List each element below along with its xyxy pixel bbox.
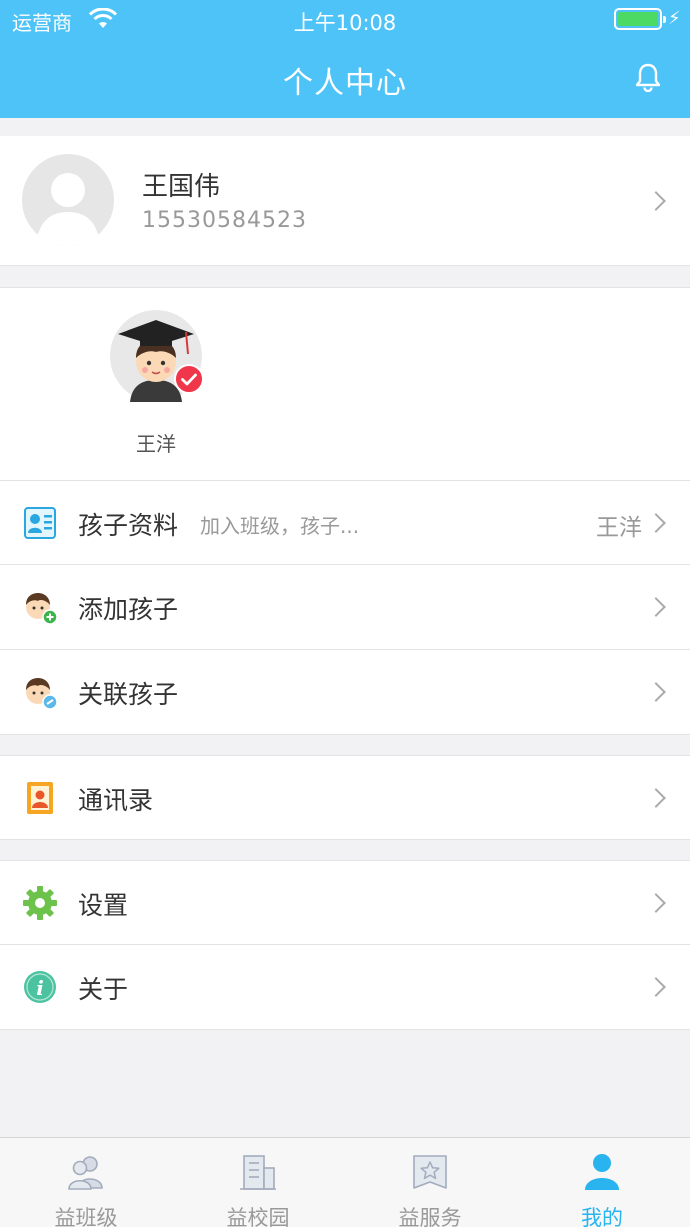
info-icon: i <box>24 971 56 1003</box>
default-avatar-icon <box>36 173 100 246</box>
gear-icon <box>23 886 57 920</box>
tab-label: 益班级 <box>54 1206 118 1227</box>
chevron-right-icon <box>646 977 666 997</box>
contacts-row[interactable]: 通讯录 <box>0 755 690 840</box>
add-child-icon <box>26 593 58 625</box>
page-title: 个人中心 <box>283 66 407 101</box>
campus-icon <box>240 1155 276 1190</box>
chevron-right-icon <box>646 513 666 533</box>
charging-icon: ⚡ <box>668 8 681 29</box>
user-icon <box>585 1154 619 1190</box>
chevron-right-icon <box>646 191 666 211</box>
class-icon <box>68 1156 103 1190</box>
status-bar: 运营商 上午10:08 ⚡ <box>0 0 690 38</box>
bell-icon[interactable] <box>634 62 662 92</box>
profile-name: 王国伟 <box>142 172 221 202</box>
tab-label: 益服务 <box>398 1206 462 1227</box>
tab-campus[interactable]: 益校园 <box>172 1138 344 1227</box>
children-section: 王洋 <box>0 287 690 480</box>
svg-text:i: i <box>36 976 44 1000</box>
verified-check-icon <box>174 364 204 394</box>
profile-phone: 15530584523 <box>142 208 307 233</box>
link-child-icon <box>26 678 58 710</box>
tab-bar: 益班级 益校园 益服务 我的 <box>0 1137 690 1227</box>
settings-row[interactable]: 设置 <box>0 860 690 945</box>
contacts-label: 通讯录 <box>78 786 154 815</box>
about-row[interactable]: i 关于 <box>0 945 690 1030</box>
chevron-right-icon <box>646 682 666 702</box>
add-child-row[interactable]: 添加孩子 <box>0 565 690 650</box>
id-card-icon <box>24 507 56 539</box>
battery-icon <box>614 8 666 30</box>
chevron-right-icon <box>646 893 666 913</box>
child-info-subtitle: 加入班级，孩子... <box>200 514 360 538</box>
avatar <box>22 154 114 246</box>
child-info-value: 王洋 <box>596 515 642 541</box>
tab-label: 益校园 <box>226 1206 290 1227</box>
profile-card[interactable]: 王国伟 15530584523 <box>0 136 690 266</box>
link-child-row[interactable]: 关联孩子 <box>0 650 690 735</box>
chevron-right-icon <box>646 788 666 808</box>
about-label: 关于 <box>78 975 129 1004</box>
contacts-book-icon <box>27 782 53 814</box>
header: 运营商 上午10:08 ⚡ 个人中心 <box>0 0 690 118</box>
service-icon <box>413 1155 447 1189</box>
tab-label: 我的 <box>581 1206 623 1227</box>
tab-mine[interactable]: 我的 <box>516 1138 688 1227</box>
tab-service[interactable]: 益服务 <box>344 1138 516 1227</box>
child-avatar[interactable] <box>110 310 204 402</box>
settings-label: 设置 <box>78 891 129 920</box>
status-time: 上午10:08 <box>293 11 397 35</box>
child-name: 王洋 <box>136 432 176 456</box>
chevron-right-icon <box>646 597 666 617</box>
tab-class[interactable]: 益班级 <box>0 1138 172 1227</box>
child-info-row[interactable]: 孩子资料 加入班级，孩子... 王洋 <box>0 480 690 565</box>
link-child-label: 关联孩子 <box>78 680 179 709</box>
child-info-label: 孩子资料 <box>78 511 179 540</box>
add-child-label: 添加孩子 <box>78 595 179 624</box>
